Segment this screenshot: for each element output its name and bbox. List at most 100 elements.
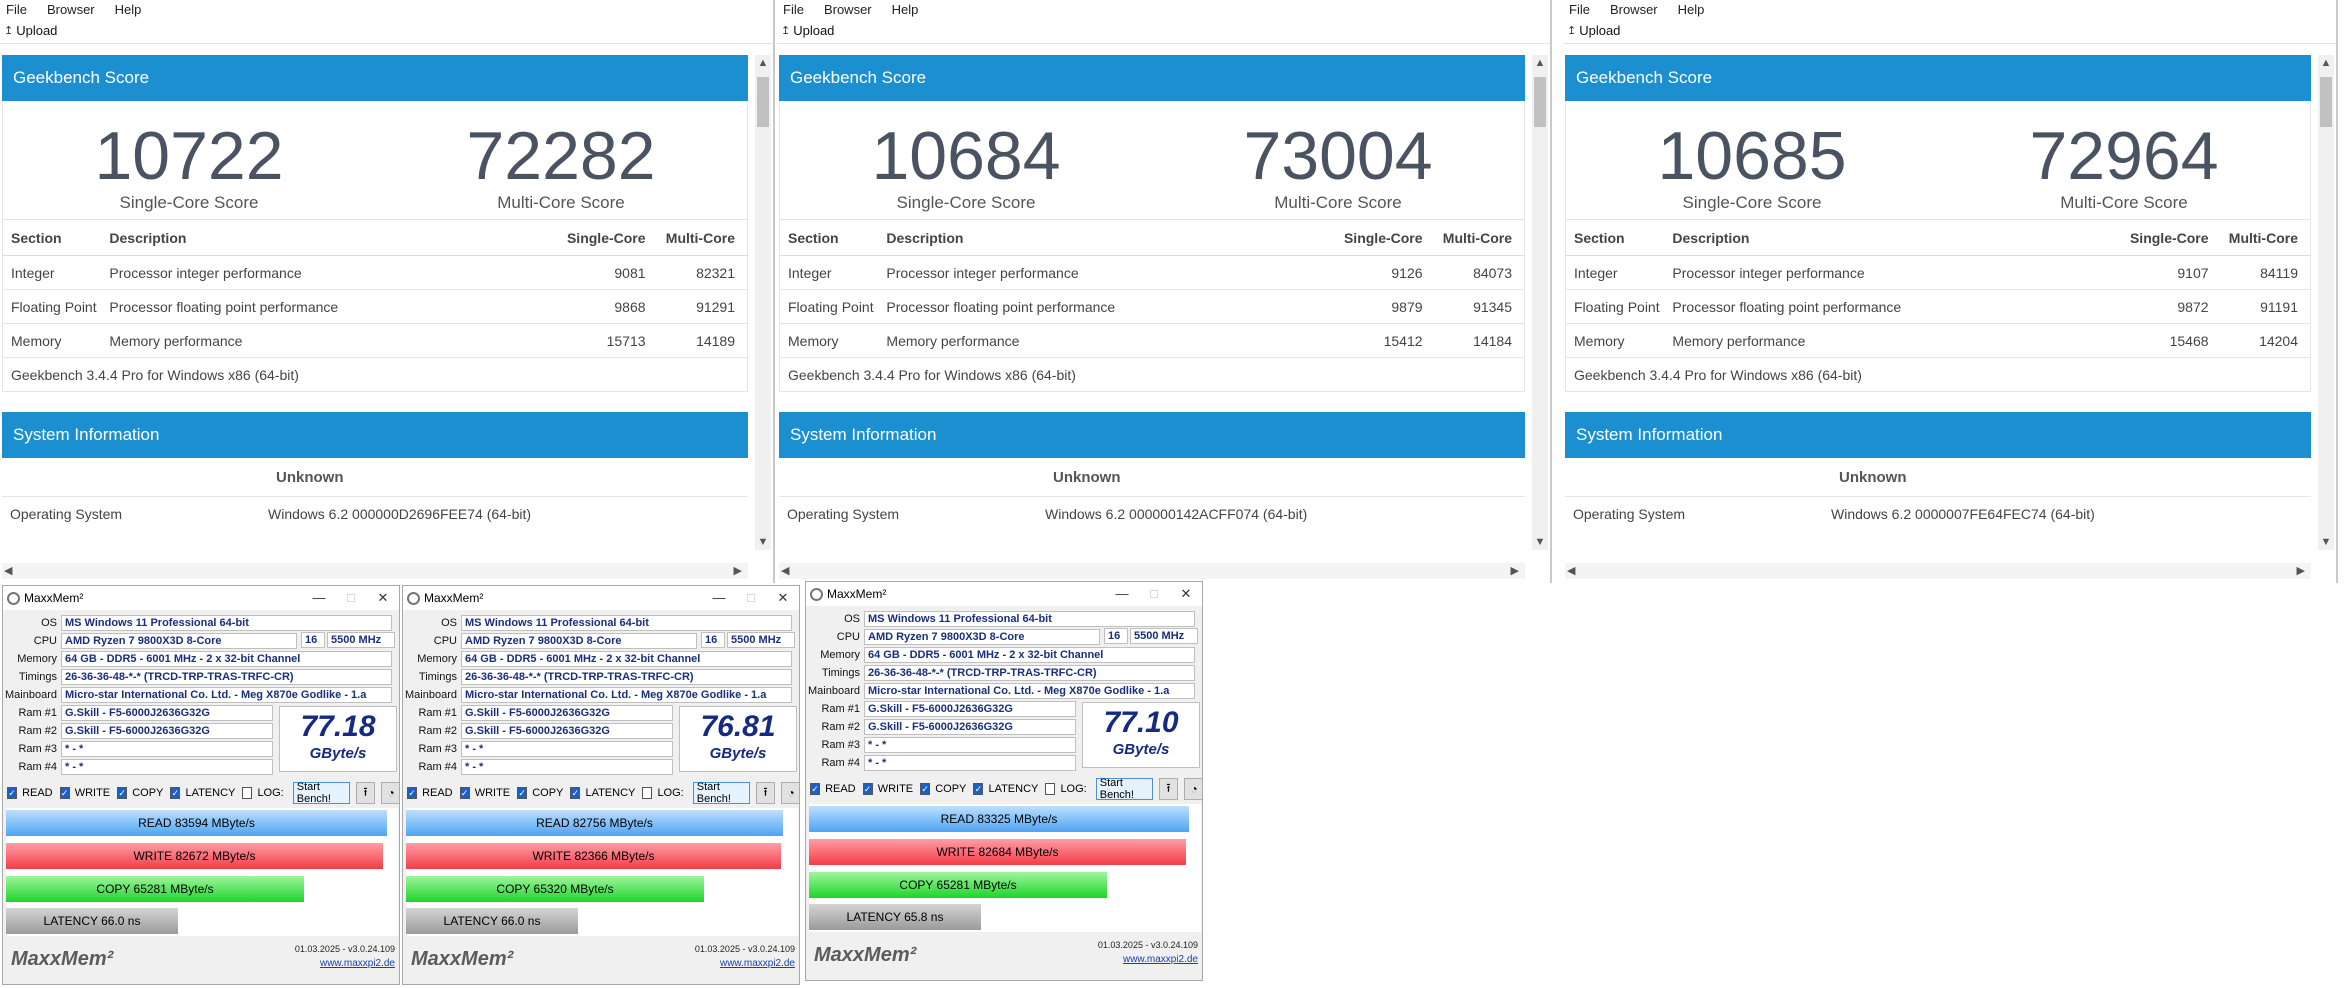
vertical-scrollbar[interactable]: ▲ ▼ [1532,55,1548,550]
menu-browser[interactable]: Browser [824,2,872,17]
table-row: Integer Processor integer performance 91… [779,255,1525,290]
read-checkbox[interactable]: ✓ [407,787,418,799]
memory-value: 64 GB - DDR5 - 6001 MHz - 2 x 32-bit Cha… [864,646,1195,663]
log-option-label: LOG: [1060,783,1087,795]
menu-file[interactable]: File [6,2,27,17]
menu-file[interactable]: File [1569,2,1590,17]
scroll-thumb[interactable] [2320,77,2332,127]
menu-help[interactable]: Help [1678,2,1705,17]
bench-options: ✓ READ ✓ WRITE ✓ COPY ✓ LATENCY LOG: Sta… [806,777,1202,801]
menu-file[interactable]: File [783,2,804,17]
scroll-right-icon[interactable]: ▶ [1511,564,1519,577]
menu-browser[interactable]: Browser [47,2,95,17]
write-checkbox[interactable]: ✓ [459,787,470,799]
scroll-down-icon[interactable]: ▼ [1532,536,1548,548]
upload-button[interactable]: Upload [16,23,57,38]
scroll-up-icon[interactable]: ▲ [2318,57,2334,69]
cpu-cores: 16 [701,632,725,648]
speedometer-icon[interactable]: ◔ [381,782,399,804]
website-link[interactable]: www.maxxpi2.de [1123,954,1198,965]
vertical-scrollbar[interactable]: ▲ ▼ [755,55,771,550]
log-checkbox[interactable] [642,787,653,799]
score-header: Geekbench Score [2,55,748,101]
os-value: MS Windows 11 Professional 64-bit [864,610,1195,627]
start-bench-button[interactable]: Start Bench! [692,781,750,805]
ram1-label: Ram #1 [18,706,57,719]
vertical-scrollbar[interactable]: ▲ ▼ [2318,55,2334,550]
ram1-value: G.Skill - F5-6000J2636G32G [61,704,273,721]
upload-icon[interactable]: ⭱ [755,782,776,804]
row-single: 9872 [2123,289,2221,324]
cpu-clock: 5500 MHz [327,632,395,648]
scroll-left-icon[interactable]: ◀ [781,564,789,577]
horizontal-scrollbar[interactable]: ◀ ▶ [2,563,748,579]
minimize-icon[interactable]: — [703,590,735,606]
row-description: Memory performance [101,323,561,358]
scroll-right-icon[interactable]: ▶ [734,564,742,577]
log-checkbox[interactable] [242,787,253,799]
geekbench-window: File Browser Help ↥ Upload Geekbench Sco… [0,0,775,583]
maximize-icon[interactable]: □ [735,590,767,606]
read-checkbox[interactable]: ✓ [810,783,821,795]
close-icon[interactable]: ✕ [767,590,799,606]
close-icon[interactable]: ✕ [367,590,399,606]
latency-checkbox[interactable]: ✓ [570,787,581,799]
read-checkbox[interactable]: ✓ [7,787,18,799]
scroll-thumb[interactable] [757,77,769,127]
scroll-down-icon[interactable]: ▼ [755,536,771,548]
minimize-icon[interactable]: — [1106,586,1138,602]
menu-help[interactable]: Help [115,2,142,17]
copy-checkbox[interactable]: ✓ [517,787,528,799]
multi-core-value: 73004 [1243,118,1433,194]
table-row: Floating Point Processor floating point … [2,289,748,324]
toolbar: ↥ Upload [0,18,773,44]
version-text: Geekbench 3.4.4 Pro for Windows x86 (64-… [779,358,1525,392]
menu-help[interactable]: Help [892,2,919,17]
maximize-icon[interactable]: □ [1138,586,1170,602]
horizontal-scrollbar[interactable]: ◀ ▶ [1565,563,2311,579]
speedometer-icon[interactable]: ◔ [781,782,799,804]
start-bench-button[interactable]: Start Bench! [292,781,350,805]
table-row: Memory Memory performance 15713 14189 [2,323,748,358]
website-link[interactable]: www.maxxpi2.de [320,958,395,969]
ram3-row: Ram #3 * - * [3,740,273,757]
upload-icon[interactable]: ⭱ [355,782,376,804]
latency-checkbox[interactable]: ✓ [973,783,984,795]
close-icon[interactable]: ✕ [1170,586,1202,602]
copy-checkbox[interactable]: ✓ [920,783,931,795]
speedometer-icon[interactable]: ◔ [1184,778,1202,800]
copy-checkbox[interactable]: ✓ [117,787,128,799]
upload-button[interactable]: Upload [793,23,834,38]
cpu-label: CPU [433,634,457,647]
menu-browser[interactable]: Browser [1610,2,1658,17]
latency-bar: LATENCY 66.0 ns [406,908,578,934]
scroll-left-icon[interactable]: ◀ [1567,564,1575,577]
upload-icon[interactable]: ⭱ [1158,778,1179,800]
toolbar: ↥ Upload [1563,18,2336,44]
website-link[interactable]: www.maxxpi2.de [720,958,795,969]
horizontal-scrollbar[interactable]: ◀ ▶ [779,563,1525,579]
ram2-value: G.Skill - F5-6000J2636G32G [61,722,273,739]
single-core-label: Single-Core Score [896,193,1036,212]
upload-button[interactable]: Upload [1579,23,1620,38]
log-checkbox[interactable] [1045,783,1056,795]
scroll-right-icon[interactable]: ▶ [2297,564,2305,577]
title-bar: MaxxMem² — □ ✕ [3,586,399,610]
scroll-up-icon[interactable]: ▲ [1532,57,1548,69]
write-checkbox[interactable]: ✓ [862,783,873,795]
scroll-up-icon[interactable]: ▲ [755,57,771,69]
os-key: Operating System [10,505,123,522]
minimize-icon[interactable]: — [303,590,335,606]
write-checkbox[interactable]: ✓ [59,787,70,799]
scroll-down-icon[interactable]: ▼ [2318,536,2334,548]
ram3-label: Ram #3 [18,742,57,755]
latency-checkbox[interactable]: ✓ [170,787,181,799]
latency-bar: LATENCY 66.0 ns [6,908,178,934]
scroll-thumb[interactable] [1534,77,1546,127]
multi-core-score: 72964 Multi-Core Score [1938,101,2310,219]
row-single: 15412 [1337,323,1435,358]
maximize-icon[interactable]: □ [335,590,367,606]
start-bench-button[interactable]: Start Bench! [1095,777,1153,801]
scroll-left-icon[interactable]: ◀ [4,564,12,577]
latency-bar: LATENCY 65.8 ns [809,904,981,930]
